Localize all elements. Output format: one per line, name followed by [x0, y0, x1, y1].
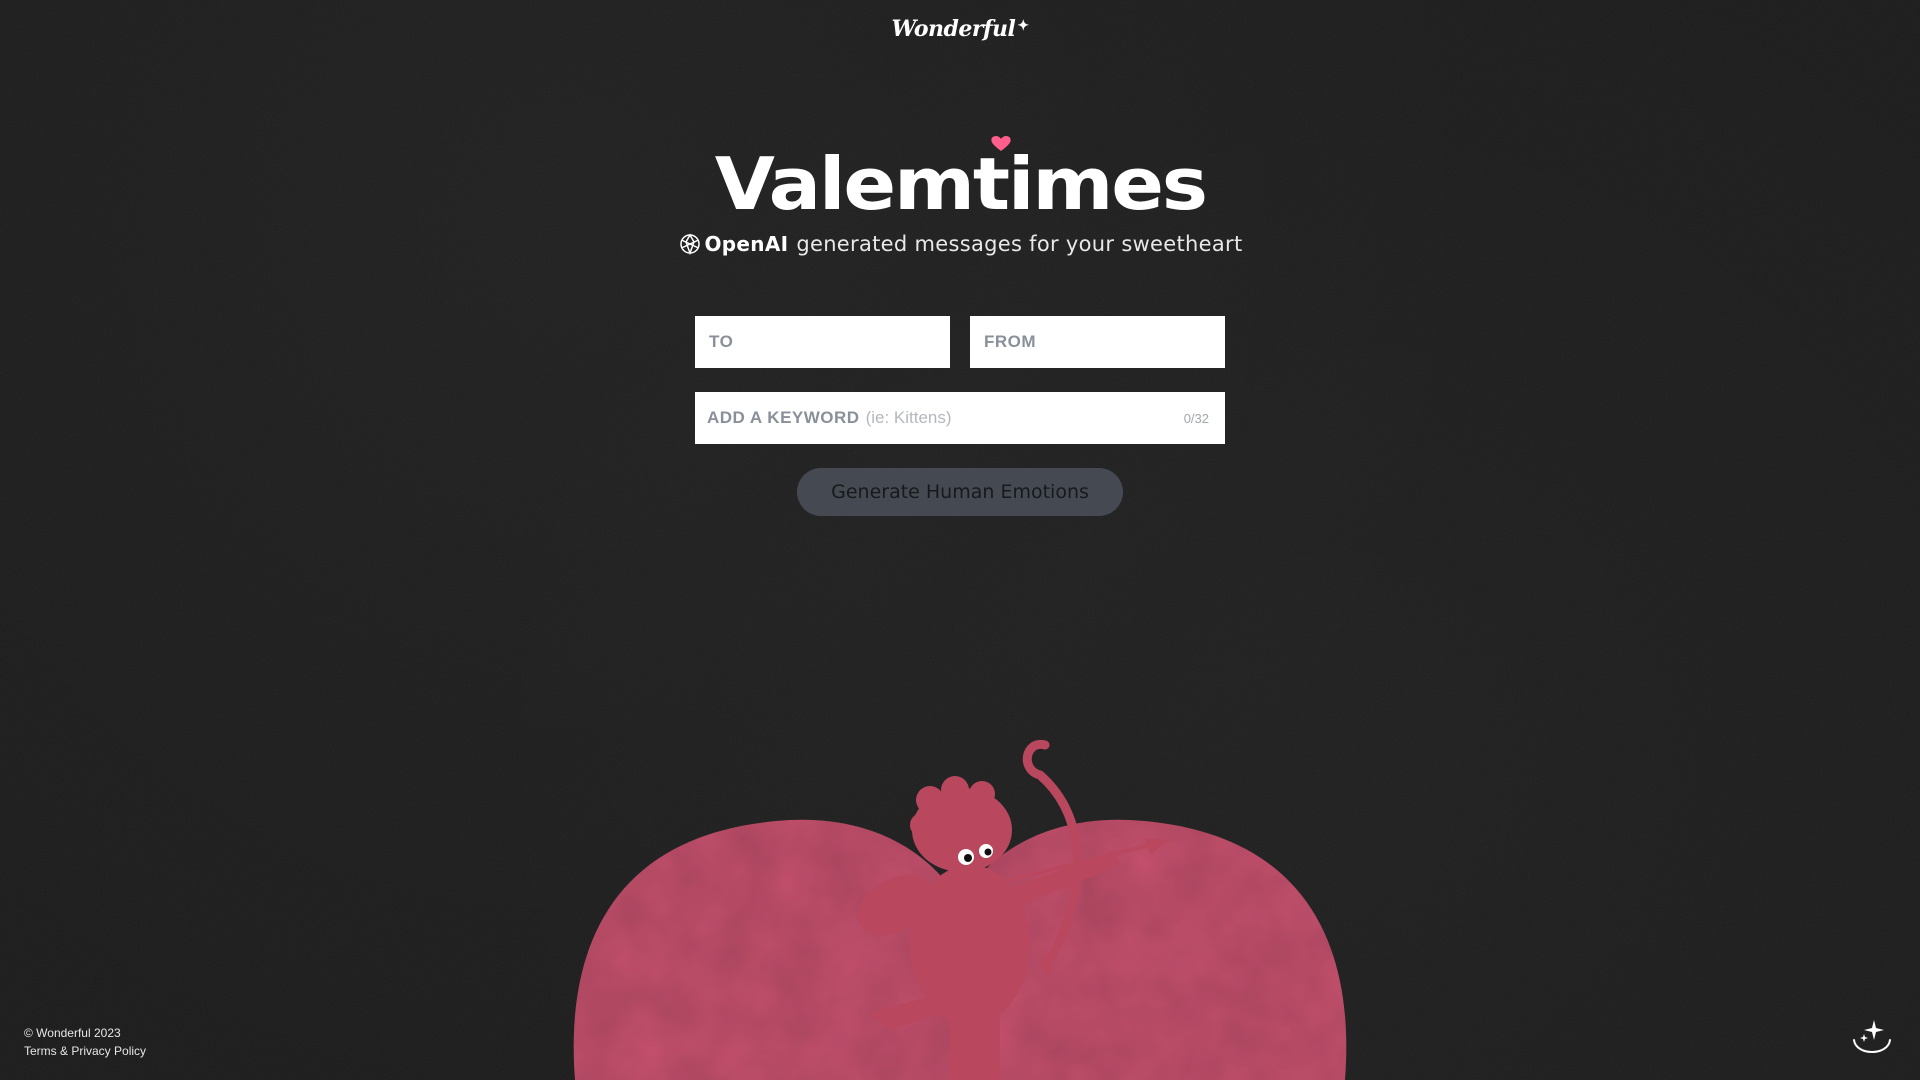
- keyword-counter: 0/32: [1183, 410, 1209, 426]
- subtitle: OpenAI generated messages for your sweet…: [0, 232, 1920, 256]
- to-input[interactable]: [707, 331, 938, 353]
- openai-label: OpenAI: [704, 232, 789, 256]
- brand-name: Wonderful: [891, 16, 1016, 42]
- brand-spark-icon: ✦: [1017, 18, 1029, 34]
- copyright-text: © Wonderful 2023: [24, 1026, 121, 1040]
- wonderful-logo[interactable]: Wonderful ✦: [891, 16, 1029, 42]
- openai-badge: OpenAI: [678, 232, 789, 256]
- page-title: Valemtimes: [0, 136, 1920, 220]
- to-field[interactable]: [695, 316, 950, 368]
- sparkle-smile-icon[interactable]: [1850, 1016, 1894, 1060]
- keyword-label: ADD A KEYWORD: [707, 408, 860, 427]
- subtitle-text: generated messages for your sweetheart: [796, 232, 1243, 256]
- keyword-field[interactable]: ADD A KEYWORD (ie: Kittens) 0/32: [695, 392, 1225, 444]
- footer: © Wonderful 2023 Terms & Privacy Policy: [24, 1024, 146, 1060]
- from-input[interactable]: [982, 331, 1213, 353]
- cupid-heart-illustration: [573, 740, 1347, 1080]
- heart-icon: [990, 136, 1011, 151]
- keyword-hint: (ie: Kittens): [865, 408, 952, 427]
- generate-button[interactable]: Generate Human Emotions: [797, 468, 1123, 516]
- from-field[interactable]: [970, 316, 1225, 368]
- terms-link[interactable]: Terms & Privacy Policy: [24, 1044, 146, 1058]
- title-text: Valemtimes: [714, 142, 1207, 226]
- openai-logo-icon: [679, 233, 700, 256]
